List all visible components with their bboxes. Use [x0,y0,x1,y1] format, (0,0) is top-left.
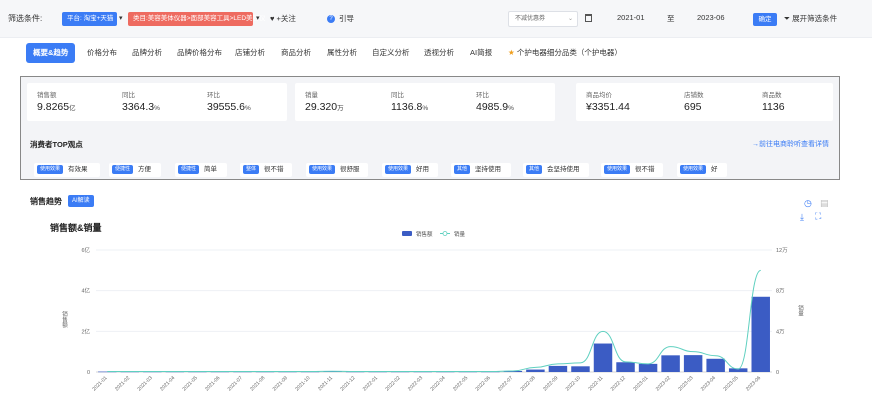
bar [526,369,545,372]
legend-label-volume: 销量 [454,230,466,238]
y-left-tick-label: 0 [87,370,90,376]
x-tick-label: 2021-04 [159,375,176,392]
x-tick-label: 2021-08 [249,375,266,392]
y-right-tick-label: 0 [776,370,779,376]
x-tick-label: 2023-03 [677,375,694,392]
y-right-axis-title: 销量 [797,304,804,318]
x-tick-label: 2022-02 [384,375,401,392]
x-tick-label: 2021-11 [317,375,334,392]
x-tick-label: 2021-01 [91,375,108,392]
x-tick-label: 2022-08 [520,375,537,392]
x-tick-label: 2021-12 [339,375,356,392]
x-tick-label: 2022-09 [542,375,559,392]
bar [571,366,590,372]
sales-volume-chart: 02亿4亿6亿04万8万12万销售额销量2021-01 2021-02 2021-0… [61,230,804,392]
x-tick-label: 2022-03 [407,375,424,392]
x-tick-label: 2023-05 [722,375,739,392]
bar [638,363,658,372]
x-tick-label: 2023-01 [632,375,649,392]
legend-swatch-sales [402,231,412,236]
x-tick-label: 2021-03 [137,375,154,392]
x-tick-label: 2021-09 [272,375,289,392]
bar [706,358,725,372]
y-right-tick-label: 4万 [776,328,785,335]
legend-label-sales: 销售额 [416,230,433,238]
bar [548,365,568,372]
x-tick-label: 2021-07 [227,375,244,392]
x-tick-label: 2022-04 [429,375,446,392]
y-right-tick-label: 8万 [776,288,785,295]
y-left-tick-label: 6亿 [81,246,90,254]
y-left-tick-label: 4亿 [81,287,90,295]
bar [616,362,635,372]
x-tick-label: 2021-05 [182,375,199,392]
x-tick-label: 2022-11 [587,375,604,392]
x-tick-label: 2021-10 [294,375,311,392]
x-tick-label: 2022-10 [565,375,582,392]
x-tick-label: 2022-05 [452,375,469,392]
x-tick-label: 2023-06 [745,375,762,392]
bar [683,355,703,372]
x-tick-label: 2021-02 [114,375,131,392]
x-tick-label: 2022-01 [362,375,379,392]
y-right-tick-label: 12万 [776,247,788,254]
y-left-tick-label: 2亿 [81,327,90,335]
x-tick-label: 2023-04 [700,375,717,392]
y-left-axis-title: 销售额 [61,310,68,329]
x-tick-label: 2022-07 [497,375,514,392]
x-tick-label: 2022-12 [610,375,627,392]
bar [661,355,680,372]
legend-marker-volume [442,231,448,236]
x-tick-label: 2023-02 [655,375,672,392]
bar [593,343,613,372]
x-tick-label: 2022-06 [475,375,492,392]
x-tick-label: 2021-06 [204,375,221,392]
bar [751,296,770,372]
